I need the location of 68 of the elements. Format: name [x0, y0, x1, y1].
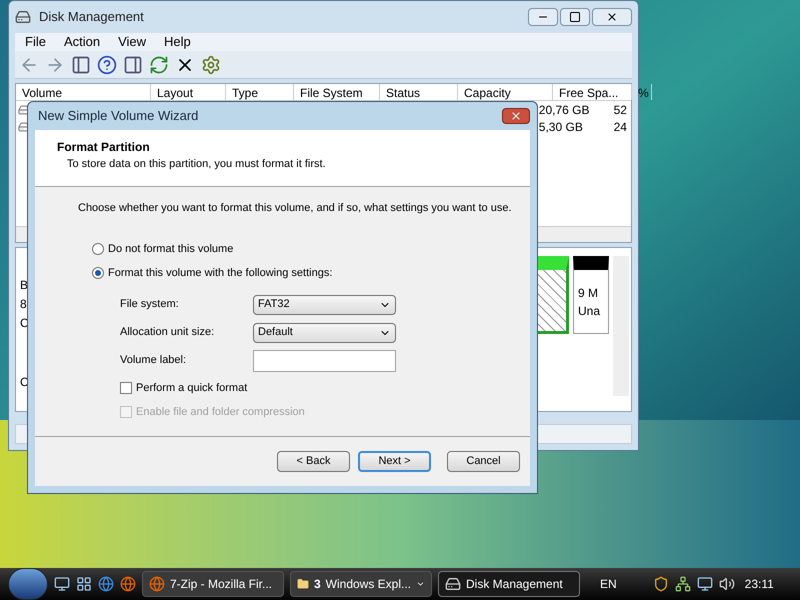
- start-button[interactable]: [8, 568, 48, 600]
- radio-button[interactable]: [92, 267, 104, 280]
- maximize-button[interactable]: [560, 8, 590, 26]
- table-cell-text: 24: [612, 118, 628, 136]
- dialog-title: New Simple Volume Wizard: [37, 107, 198, 126]
- menu-item[interactable]: View: [118, 32, 146, 52]
- column-header[interactable]: Free Spa...: [553, 84, 632, 100]
- field-label: Volume label:: [120, 353, 188, 368]
- menu-item[interactable]: Action: [64, 32, 100, 52]
- speaker-icon[interactable]: [718, 576, 735, 592]
- close-button[interactable]: [502, 108, 530, 124]
- dialog-button[interactable]: Next >: [358, 451, 431, 472]
- refresh-icon[interactable]: [149, 54, 169, 74]
- partition-label: 9 M: [578, 284, 600, 302]
- close-icon: [606, 11, 618, 23]
- dialog-button[interactable]: Cancel: [447, 451, 520, 472]
- properties-icon[interactable]: [201, 54, 221, 74]
- table-cell-text: 5,30 GB: [538, 118, 584, 136]
- globe-icon[interactable]: [120, 576, 136, 592]
- disk-label: 8: [20, 296, 28, 313]
- taskbar-button[interactable]: Disk Management: [438, 571, 580, 597]
- drive-icon: [18, 104, 30, 116]
- table-cell-text: 20,76 GB: [538, 102, 590, 118]
- close-icon: [510, 110, 522, 122]
- radio-option[interactable]: Format this volume with the following settings:: [92, 265, 530, 282]
- desktop-icon[interactable]: [54, 576, 70, 592]
- help-icon[interactable]: [97, 54, 117, 74]
- column-header[interactable]: Volume: [16, 84, 151, 100]
- radio-button[interactable]: [92, 242, 104, 255]
- taskbar-button[interactable]: 3 Windows Expl...: [290, 571, 432, 597]
- menu-item[interactable]: File: [25, 32, 46, 52]
- close-button[interactable]: [592, 8, 632, 26]
- field-label: Allocation unit size:: [120, 325, 216, 340]
- window-title: Disk Management: [39, 8, 144, 26]
- column-header[interactable]: Type: [226, 84, 294, 100]
- globe-icon[interactable]: [98, 576, 114, 592]
- column-header[interactable]: File System: [294, 84, 380, 100]
- radio-option[interactable]: Do not format this volume: [92, 240, 530, 257]
- column-header[interactable]: Capacity: [458, 84, 553, 100]
- language-indicator[interactable]: EN: [600, 575, 617, 593]
- panel-icon[interactable]: [71, 54, 91, 74]
- header-subtitle: To store data on this partition, you must format it first.: [66, 157, 327, 172]
- instruction-text: Choose whether you want to format this volume, and if so, what settings you want to use.: [78, 201, 513, 216]
- monitor-icon[interactable]: [696, 576, 713, 592]
- globe-icon: [149, 576, 165, 592]
- table-cell-text: 52: [612, 102, 628, 118]
- maximize-icon: [569, 11, 581, 23]
- column-header[interactable]: Status: [380, 84, 458, 100]
- column-header[interactable]: Layout: [151, 84, 226, 100]
- drive-icon: [18, 120, 30, 132]
- checkbox[interactable]: [120, 382, 132, 394]
- dropdown[interactable]: FAT32: [253, 294, 396, 314]
- menu-item[interactable]: Help: [164, 32, 191, 52]
- dropdown[interactable]: Default: [253, 322, 396, 342]
- clock[interactable]: 23:11: [744, 575, 774, 593]
- partition-label: Una: [578, 302, 602, 320]
- dialog-button[interactable]: < Back: [277, 451, 350, 472]
- header-title: Format Partition: [57, 139, 151, 156]
- taskbar-button[interactable]: 7-Zip - Mozilla Fir...: [142, 571, 284, 597]
- shield-icon[interactable]: [652, 576, 669, 592]
- windows-icon[interactable]: [76, 576, 92, 592]
- input-field[interactable]: [253, 350, 396, 372]
- checkbox-option[interactable]: Perform a quick format: [120, 380, 530, 396]
- column-header[interactable]: %: [632, 84, 652, 100]
- field-label: File system:: [120, 297, 180, 312]
- disk-label: B: [20, 277, 30, 294]
- network-icon[interactable]: [674, 576, 691, 592]
- panel-icon[interactable]: [123, 54, 143, 74]
